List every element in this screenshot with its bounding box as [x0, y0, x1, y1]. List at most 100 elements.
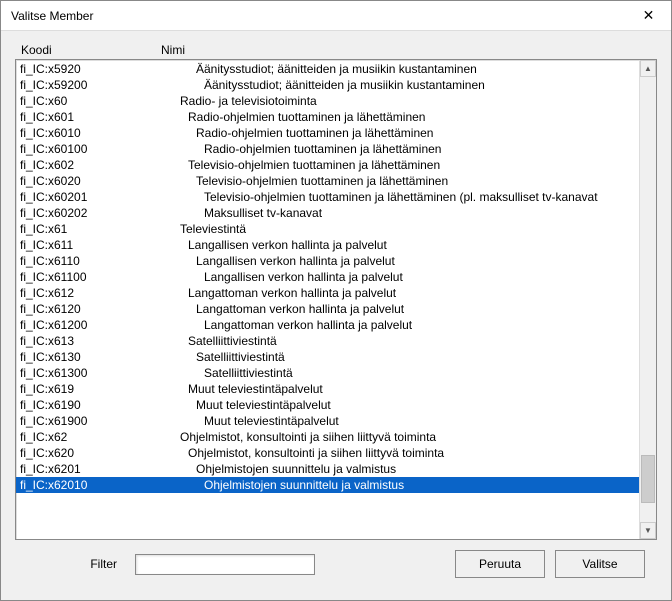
- row-name: Langallisen verkon hallinta ja palvelut: [160, 237, 639, 253]
- row-name: Radio-ohjelmien tuottaminen ja lähettämi…: [160, 109, 639, 125]
- row-name: Televisio-ohjelmien tuottaminen ja lähet…: [160, 173, 639, 189]
- scroll-up-button[interactable]: ▲: [640, 60, 656, 77]
- row-code: fi_IC:x611: [20, 237, 160, 253]
- row-name: Televisio-ohjelmien tuottaminen ja lähet…: [160, 189, 639, 205]
- row-code: fi_IC:x60100: [20, 141, 160, 157]
- table-row[interactable]: fi_IC:x6201Ohjelmistojen suunnittelu ja …: [16, 461, 639, 477]
- table-row[interactable]: fi_IC:x6010Radio-ohjelmien tuottaminen j…: [16, 125, 639, 141]
- table-row[interactable]: fi_IC:x5920Äänitysstudiot; äänitteiden j…: [16, 61, 639, 77]
- row-code: fi_IC:x5920: [20, 61, 160, 77]
- row-code: fi_IC:x61300: [20, 365, 160, 381]
- table-row[interactable]: fi_IC:x602Televisio-ohjelmien tuottamine…: [16, 157, 639, 173]
- row-name: Radio-ohjelmien tuottaminen ja lähettämi…: [160, 141, 639, 157]
- row-code: fi_IC:x6201: [20, 461, 160, 477]
- row-code: fi_IC:x6010: [20, 125, 160, 141]
- table-row[interactable]: fi_IC:x6020Televisio-ohjelmien tuottamin…: [16, 173, 639, 189]
- row-name: Radio- ja televisiotoiminta: [160, 93, 639, 109]
- row-name: Ohjelmistot, konsultointi ja siihen liit…: [160, 429, 639, 445]
- table-row[interactable]: fi_IC:x601Radio-ohjelmien tuottaminen ja…: [16, 109, 639, 125]
- table-row[interactable]: fi_IC:x60100Radio-ohjelmien tuottaminen …: [16, 141, 639, 157]
- row-name: Langallisen verkon hallinta ja palvelut: [160, 253, 639, 269]
- table-row[interactable]: fi_IC:x61900Muut televiestintäpalvelut: [16, 413, 639, 429]
- row-code: fi_IC:x59200: [20, 77, 160, 93]
- row-name: Langattoman verkon hallinta ja palvelut: [160, 317, 639, 333]
- row-name: Muut televiestintäpalvelut: [160, 397, 639, 413]
- row-name: Maksulliset tv-kanavat: [160, 205, 639, 221]
- table-row[interactable]: fi_IC:x62Ohjelmistot, konsultointi ja si…: [16, 429, 639, 445]
- table-row[interactable]: fi_IC:x6120Langattoman verkon hallinta j…: [16, 301, 639, 317]
- titlebar[interactable]: Valitse Member ✕: [1, 1, 671, 31]
- row-name: Muut televiestintäpalvelut: [160, 413, 639, 429]
- row-code: fi_IC:x62: [20, 429, 160, 445]
- table-row[interactable]: fi_IC:x611Langallisen verkon hallinta ja…: [16, 237, 639, 253]
- table-row[interactable]: fi_IC:x613Satelliittiviestintä: [16, 333, 639, 349]
- row-name: Muut televiestintäpalvelut: [160, 381, 639, 397]
- scroll-track[interactable]: [640, 77, 656, 522]
- table-row[interactable]: fi_IC:x61Televiestintä: [16, 221, 639, 237]
- table-row[interactable]: fi_IC:x61100Langallisen verkon hallinta …: [16, 269, 639, 285]
- close-button[interactable]: ✕: [626, 1, 671, 30]
- cancel-button[interactable]: Peruuta: [455, 550, 545, 578]
- row-name: Langattoman verkon hallinta ja palvelut: [160, 285, 639, 301]
- row-code: fi_IC:x60: [20, 93, 160, 109]
- row-code: fi_IC:x6020: [20, 173, 160, 189]
- table-row[interactable]: fi_IC:x61300Satelliittiviestintä: [16, 365, 639, 381]
- table-row[interactable]: fi_IC:x61200Langattoman verkon hallinta …: [16, 317, 639, 333]
- row-code: fi_IC:x60201: [20, 189, 160, 205]
- caret-down-icon: ▼: [644, 526, 652, 535]
- row-code: fi_IC:x602: [20, 157, 160, 173]
- list-container: fi_IC:x5920Äänitysstudiot; äänitteiden j…: [15, 59, 657, 540]
- content-area: Koodi Nimi fi_IC:x5920Äänitysstudiot; ää…: [1, 31, 671, 600]
- row-code: fi_IC:x6110: [20, 253, 160, 269]
- row-name: Televiestintä: [160, 221, 639, 237]
- close-icon: ✕: [643, 7, 655, 24]
- table-row[interactable]: fi_IC:x6130Satelliittiviestintä: [16, 349, 639, 365]
- table-row[interactable]: fi_IC:x619Muut televiestintäpalvelut: [16, 381, 639, 397]
- column-headers: Koodi Nimi: [15, 43, 657, 59]
- table-row[interactable]: fi_IC:x59200Äänitysstudiot; äänitteiden …: [16, 77, 639, 93]
- row-name: Satelliittiviestintä: [160, 365, 639, 381]
- dialog-window: Valitse Member ✕ Koodi Nimi fi_IC:x5920Ä…: [0, 0, 672, 601]
- row-code: fi_IC:x6190: [20, 397, 160, 413]
- table-row[interactable]: fi_IC:x60Radio- ja televisiotoiminta: [16, 93, 639, 109]
- row-code: fi_IC:x6120: [20, 301, 160, 317]
- table-row[interactable]: fi_IC:x60202Maksulliset tv-kanavat: [16, 205, 639, 221]
- header-nimi[interactable]: Nimi: [161, 43, 657, 57]
- scroll-thumb[interactable]: [641, 455, 655, 503]
- row-code: fi_IC:x612: [20, 285, 160, 301]
- row-name: Televisio-ohjelmien tuottaminen ja lähet…: [160, 157, 639, 173]
- scroll-down-button[interactable]: ▼: [640, 522, 656, 539]
- row-code: fi_IC:x61100: [20, 269, 160, 285]
- row-name: Radio-ohjelmien tuottaminen ja lähettämi…: [160, 125, 639, 141]
- row-code: fi_IC:x619: [20, 381, 160, 397]
- table-row[interactable]: fi_IC:x612Langattoman verkon hallinta ja…: [16, 285, 639, 301]
- row-name: Ohjelmistot, konsultointi ja siihen liit…: [160, 445, 639, 461]
- bottom-bar: Filter Peruuta Valitse: [15, 540, 657, 590]
- row-name: Ohjelmistojen suunnittelu ja valmistus: [160, 461, 639, 477]
- table-row[interactable]: fi_IC:x6190Muut televiestintäpalvelut: [16, 397, 639, 413]
- row-code: fi_IC:x620: [20, 445, 160, 461]
- row-name: Langattoman verkon hallinta ja palvelut: [160, 301, 639, 317]
- row-name: Satelliittiviestintä: [160, 349, 639, 365]
- row-code: fi_IC:x613: [20, 333, 160, 349]
- row-name: Langallisen verkon hallinta ja palvelut: [160, 269, 639, 285]
- row-code: fi_IC:x61900: [20, 413, 160, 429]
- filter-label: Filter: [27, 557, 125, 571]
- table-row[interactable]: fi_IC:x620Ohjelmistot, konsultointi ja s…: [16, 445, 639, 461]
- table-row[interactable]: fi_IC:x60201Televisio-ohjelmien tuottami…: [16, 189, 639, 205]
- row-name: Äänitysstudiot; äänitteiden ja musiikin …: [160, 61, 639, 77]
- caret-up-icon: ▲: [644, 64, 652, 73]
- row-name: Ohjelmistojen suunnittelu ja valmistus: [160, 477, 639, 493]
- row-code: fi_IC:x601: [20, 109, 160, 125]
- table-row[interactable]: fi_IC:x62010Ohjelmistojen suunnittelu ja…: [16, 477, 639, 493]
- window-title: Valitse Member: [11, 9, 93, 23]
- member-list[interactable]: fi_IC:x5920Äänitysstudiot; äänitteiden j…: [16, 60, 639, 539]
- row-name: Äänitysstudiot; äänitteiden ja musiikin …: [160, 77, 639, 93]
- row-code: fi_IC:x60202: [20, 205, 160, 221]
- scrollbar[interactable]: ▲ ▼: [639, 60, 656, 539]
- filter-input[interactable]: [135, 554, 315, 575]
- select-button[interactable]: Valitse: [555, 550, 645, 578]
- row-code: fi_IC:x61: [20, 221, 160, 237]
- header-koodi[interactable]: Koodi: [21, 43, 161, 57]
- table-row[interactable]: fi_IC:x6110Langallisen verkon hallinta j…: [16, 253, 639, 269]
